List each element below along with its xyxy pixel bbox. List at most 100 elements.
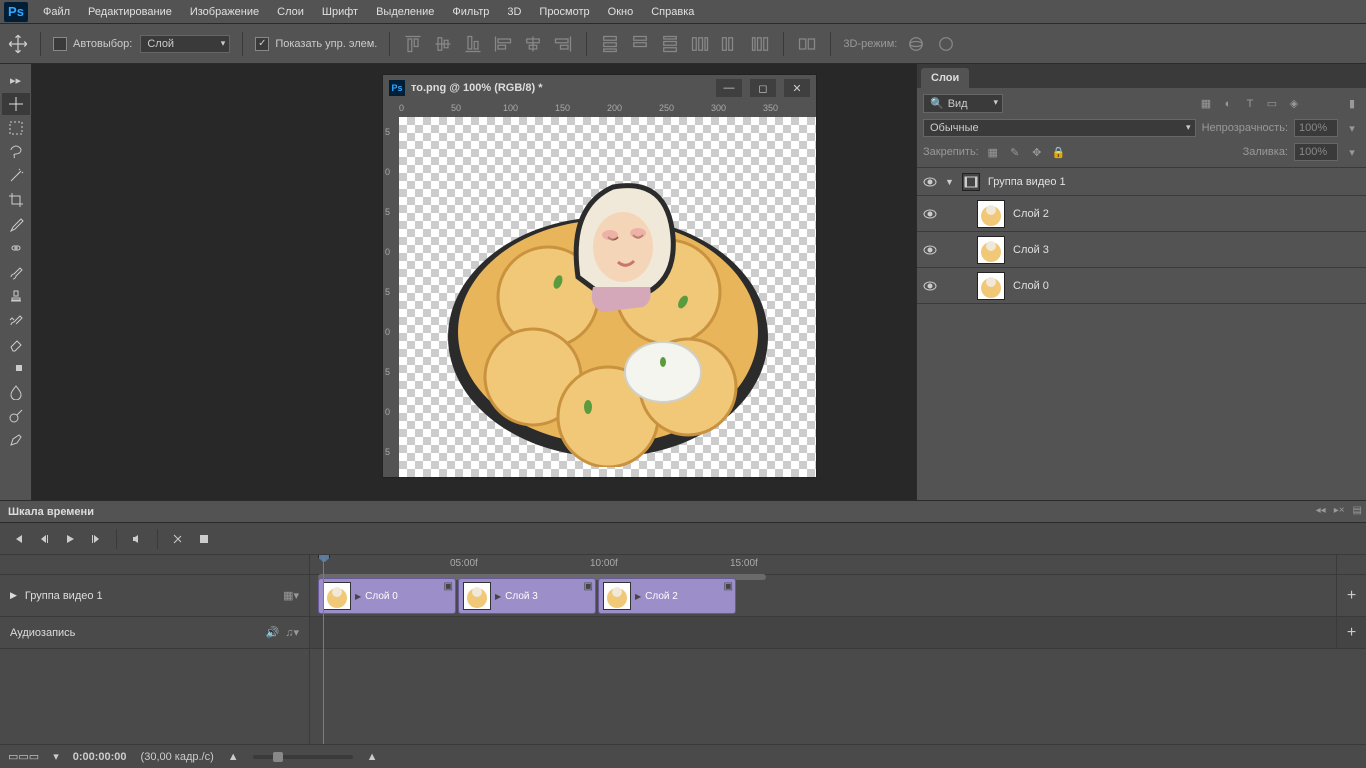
visibility-icon[interactable]: [923, 243, 937, 257]
menu-file[interactable]: Файл: [34, 2, 79, 22]
visibility-icon[interactable]: [923, 175, 937, 189]
dodge-tool[interactable]: [2, 405, 30, 427]
auto-select-mode[interactable]: Слой: [140, 35, 230, 53]
panel-close-icon[interactable]: ▸×: [1334, 505, 1345, 516]
filter-toggle-icon[interactable]: ▮: [1344, 96, 1360, 112]
clip-menu-icon[interactable]: ▣: [584, 581, 593, 592]
zoom-out-icon[interactable]: ▲: [228, 751, 239, 763]
pen-tool[interactable]: [2, 429, 30, 451]
lock-transparency-icon[interactable]: ▦: [985, 144, 1001, 160]
align-hcenter-icon[interactable]: [522, 33, 544, 55]
filter-shape-icon[interactable]: ▭: [1264, 96, 1280, 112]
track-audio-icon[interactable]: 🔊: [266, 626, 280, 639]
canvas[interactable]: [399, 117, 816, 477]
group-arrow-icon[interactable]: ▼: [945, 177, 954, 187]
layer-name[interactable]: Слой 2: [1013, 208, 1049, 220]
distribute-bottom-icon[interactable]: [659, 33, 681, 55]
layer-name[interactable]: Слой 0: [1013, 280, 1049, 292]
gradient-tool[interactable]: [2, 357, 30, 379]
timeline-clip[interactable]: ▶ Слой 2 ▣: [598, 578, 736, 614]
layer-filter-kind[interactable]: 🔍Вид: [923, 94, 1003, 113]
opacity-input[interactable]: 100%: [1294, 119, 1338, 137]
auto-select-checkbox[interactable]: Автовыбор:: [53, 37, 132, 51]
menu-view[interactable]: Просмотр: [530, 2, 598, 22]
distribute-top-icon[interactable]: [599, 33, 621, 55]
next-frame-button[interactable]: [86, 529, 106, 549]
filter-type-icon[interactable]: T: [1242, 96, 1258, 112]
panel-menu-icon[interactable]: ▤: [1353, 505, 1362, 516]
prev-frame-button[interactable]: [34, 529, 54, 549]
align-left-icon[interactable]: [492, 33, 514, 55]
frame-mode-icon[interactable]: ▭▭▭: [8, 750, 39, 763]
document-titlebar[interactable]: Ps то.png @ 100% (RGB/8) * — ◻ ✕: [383, 75, 816, 101]
zoom-slider[interactable]: [253, 755, 353, 759]
visibility-icon[interactable]: [923, 207, 937, 221]
distribute-right-icon[interactable]: [749, 33, 771, 55]
align-right-icon[interactable]: [552, 33, 574, 55]
timeline-clip[interactable]: ▶ Слой 3 ▣: [458, 578, 596, 614]
menu-layers[interactable]: Слои: [268, 2, 313, 22]
layers-tab[interactable]: Слои: [921, 68, 969, 88]
blend-mode-select[interactable]: Обычные: [923, 119, 1196, 137]
timeline-clip[interactable]: ▶ Слой 0 ▣: [318, 578, 456, 614]
distribute-hcenter-icon[interactable]: [719, 33, 741, 55]
distribute-left-icon[interactable]: [689, 33, 711, 55]
3d-roll-icon[interactable]: [935, 33, 957, 55]
first-frame-button[interactable]: [8, 529, 28, 549]
align-bottom-icon[interactable]: [462, 33, 484, 55]
split-button[interactable]: [168, 529, 188, 549]
3d-orbit-icon[interactable]: [905, 33, 927, 55]
dropdown-icon[interactable]: ▾: [53, 750, 59, 763]
crop-tool[interactable]: [2, 189, 30, 211]
menu-help[interactable]: Справка: [642, 2, 703, 22]
layer-row[interactable]: Слой 2: [917, 196, 1366, 232]
minimize-button[interactable]: —: [716, 79, 742, 97]
lock-pixels-icon[interactable]: ✎: [1007, 144, 1023, 160]
align-vcenter-icon[interactable]: [432, 33, 454, 55]
align-top-icon[interactable]: [402, 33, 424, 55]
marquee-tool[interactable]: [2, 117, 30, 139]
lock-position-icon[interactable]: ✥: [1029, 144, 1045, 160]
stamp-tool[interactable]: [2, 285, 30, 307]
lock-all-icon[interactable]: 🔒: [1051, 144, 1067, 160]
visibility-icon[interactable]: [923, 279, 937, 293]
filter-adjust-icon[interactable]: ◐: [1220, 96, 1236, 112]
playhead-line[interactable]: [323, 555, 324, 744]
video-track[interactable]: ▶ Слой 0 ▣ ▶ Слой 3 ▣ ▶ Слой 2 ▣: [310, 575, 1366, 617]
menu-window[interactable]: Окно: [599, 2, 643, 22]
opacity-dropdown-icon[interactable]: ▾: [1344, 120, 1360, 136]
fill-input[interactable]: 100%: [1294, 143, 1338, 161]
video-track-label[interactable]: ▶ Группа видео 1 ▦▾: [0, 575, 309, 617]
menu-edit[interactable]: Редактирование: [79, 2, 181, 22]
wand-tool[interactable]: [2, 165, 30, 187]
timeline-ruler[interactable]: 05:00f 10:00f 15:00f: [310, 555, 1366, 575]
add-video-track-button[interactable]: +: [1336, 575, 1366, 617]
menu-type[interactable]: Шрифт: [313, 2, 367, 22]
audio-track[interactable]: [310, 617, 1366, 649]
zoom-in-icon[interactable]: ▲: [367, 751, 378, 763]
close-button[interactable]: ✕: [784, 79, 810, 97]
track-note-icon[interactable]: ♫▾: [285, 626, 299, 639]
move-tool[interactable]: [2, 93, 30, 115]
brush-tool[interactable]: [2, 261, 30, 283]
auto-align-icon[interactable]: [796, 33, 818, 55]
heal-tool[interactable]: [2, 237, 30, 259]
menu-select[interactable]: Выделение: [367, 2, 443, 22]
audio-track-label[interactable]: Аудиозапись 🔊 ♫▾: [0, 617, 309, 649]
eraser-tool[interactable]: [2, 333, 30, 355]
layer-row[interactable]: Слой 0: [917, 268, 1366, 304]
menu-filter[interactable]: Фильтр: [443, 2, 498, 22]
track-expand-icon[interactable]: ▶: [10, 590, 17, 601]
filter-smart-icon[interactable]: ◈: [1286, 96, 1302, 112]
timeline-tracks[interactable]: 05:00f 10:00f 15:00f ▶ Слой 0 ▣ ▶ Слой 3…: [310, 555, 1366, 744]
track-film-icon[interactable]: ▦▾: [283, 589, 299, 602]
panel-collapse-icon[interactable]: ◂◂: [1316, 505, 1326, 516]
mute-button[interactable]: [127, 529, 147, 549]
menu-3d[interactable]: 3D: [498, 2, 530, 22]
clip-menu-icon[interactable]: ▣: [444, 581, 453, 592]
transition-button[interactable]: [194, 529, 214, 549]
playhead-marker[interactable]: [318, 555, 330, 563]
play-button[interactable]: [60, 529, 80, 549]
blur-tool[interactable]: [2, 381, 30, 403]
transform-controls-checkbox[interactable]: Показать упр. элем.: [255, 37, 377, 51]
